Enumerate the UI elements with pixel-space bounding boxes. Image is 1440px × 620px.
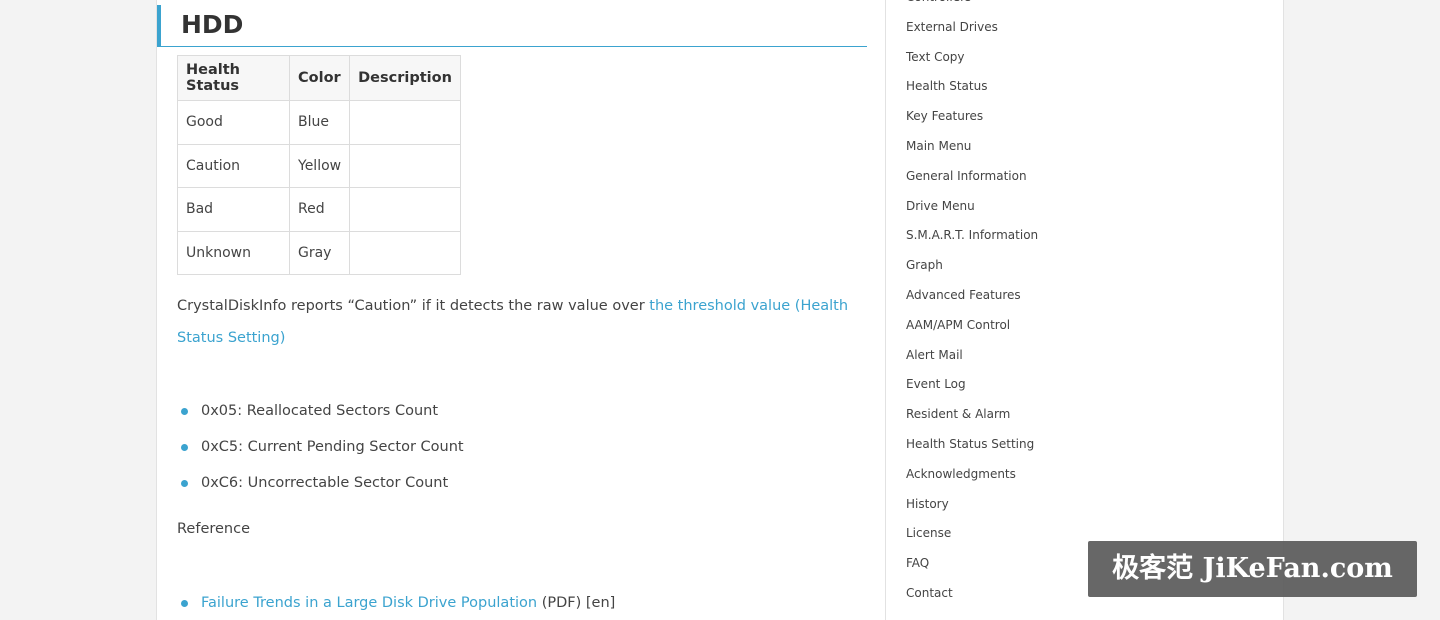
attribute-list: 0x05: Reallocated Sectors Count 0xC5: Cu…: [181, 400, 464, 508]
table-cell: [349, 187, 461, 232]
table-cell: Red: [288, 187, 351, 232]
table-cell: Unknown: [177, 230, 290, 275]
watermark-overlay: 极客范 JiKeFan.com: [1088, 541, 1417, 597]
sidebar-item-main-menu[interactable]: Main Menu: [906, 137, 1038, 167]
sidebar: Controllers External Drives Text Copy He…: [885, 0, 1284, 620]
list-item: 0x05: Reallocated Sectors Count: [181, 400, 464, 436]
sidebar-item-advanced-features[interactable]: Advanced Features: [906, 286, 1038, 316]
table-cell: Good: [177, 100, 290, 145]
table-cell: [349, 230, 461, 275]
article-column: HDD Health Status Color Description Good…: [156, 0, 885, 620]
sidebar-item-controllers[interactable]: Controllers: [906, 0, 1038, 18]
sidebar-item-health-status[interactable]: Health Status: [906, 77, 1038, 107]
sidebar-item-history[interactable]: History: [906, 495, 1038, 525]
sidebar-item-graph[interactable]: Graph: [906, 256, 1038, 286]
table-cell: [349, 143, 461, 188]
bullet-icon: [181, 444, 188, 451]
table-row: Caution Yellow: [177, 143, 461, 188]
table-header-cell: Health Status: [177, 55, 290, 101]
table-row: Bad Red: [177, 187, 461, 232]
sidebar-item-external-drives[interactable]: External Drives: [906, 18, 1038, 48]
sidebar-item-key-features[interactable]: Key Features: [906, 107, 1038, 137]
reference-label: Reference: [177, 521, 251, 537]
list-item-text: 0xC5: Current Pending Sector Count: [201, 439, 464, 455]
list-item: Failure Trends in a Large Disk Drive Pop…: [181, 592, 615, 620]
table-cell: Bad: [177, 187, 290, 232]
table-cell: [349, 100, 461, 145]
sidebar-item-alert-mail[interactable]: Alert Mail: [906, 346, 1038, 376]
health-status-table: Health Status Color Description Good Blu…: [177, 55, 461, 275]
table-cell: Caution: [177, 143, 290, 188]
reference-suffix: (PDF) [en]: [537, 595, 616, 611]
sidebar-item-acknowledgments[interactable]: Acknowledgments: [906, 465, 1038, 495]
caution-explanation: CrystalDiskInfo reports “Caution” if it …: [177, 290, 877, 354]
reference-list: Failure Trends in a Large Disk Drive Pop…: [181, 592, 615, 620]
list-item-text: 0x05: Reallocated Sectors Count: [201, 403, 439, 419]
sidebar-item-resident-alarm[interactable]: Resident & Alarm: [906, 405, 1038, 435]
sidebar-item-health-status-setting[interactable]: Health Status Setting: [906, 435, 1038, 465]
list-item-text: 0xC6: Uncorrectable Sector Count: [201, 475, 449, 491]
table-cell: Yellow: [288, 143, 351, 188]
sidebar-item-text-copy[interactable]: Text Copy: [906, 48, 1038, 78]
table-header-cell: Color: [288, 55, 351, 101]
sidebar-item-contact[interactable]: Contact: [906, 584, 1038, 614]
sidebar-item-aam-apm-control[interactable]: AAM/APM Control: [906, 316, 1038, 346]
sidebar-nav: Controllers External Drives Text Copy He…: [906, 0, 1038, 614]
table-cell: Gray: [288, 230, 351, 275]
table-row: Unknown Gray: [177, 230, 461, 275]
table-cell: Blue: [288, 100, 351, 145]
bullet-icon: [181, 480, 188, 487]
bullet-icon: [181, 600, 188, 607]
paragraph-text: CrystalDiskInfo reports “Caution” if it …: [177, 298, 650, 314]
sidebar-item-event-log[interactable]: Event Log: [906, 375, 1038, 405]
sidebar-item-drive-menu[interactable]: Drive Menu: [906, 197, 1038, 227]
list-item: 0xC6: Uncorrectable Sector Count: [181, 472, 464, 508]
list-item: 0xC5: Current Pending Sector Count: [181, 436, 464, 472]
failure-trends-link[interactable]: Failure Trends in a Large Disk Drive Pop…: [201, 595, 537, 611]
table-row: Good Blue: [177, 100, 461, 145]
sidebar-item-general-information[interactable]: General Information: [906, 167, 1038, 197]
section-heading: HDD: [157, 5, 867, 47]
sidebar-item-smart-information[interactable]: S.M.A.R.T. Information: [906, 226, 1038, 256]
sidebar-item-faq[interactable]: FAQ: [906, 554, 1038, 584]
sidebar-item-license[interactable]: License: [906, 524, 1038, 554]
bullet-icon: [181, 408, 188, 415]
table-header-cell: Description: [349, 55, 461, 101]
table-header-row: Health Status Color Description: [177, 55, 461, 101]
